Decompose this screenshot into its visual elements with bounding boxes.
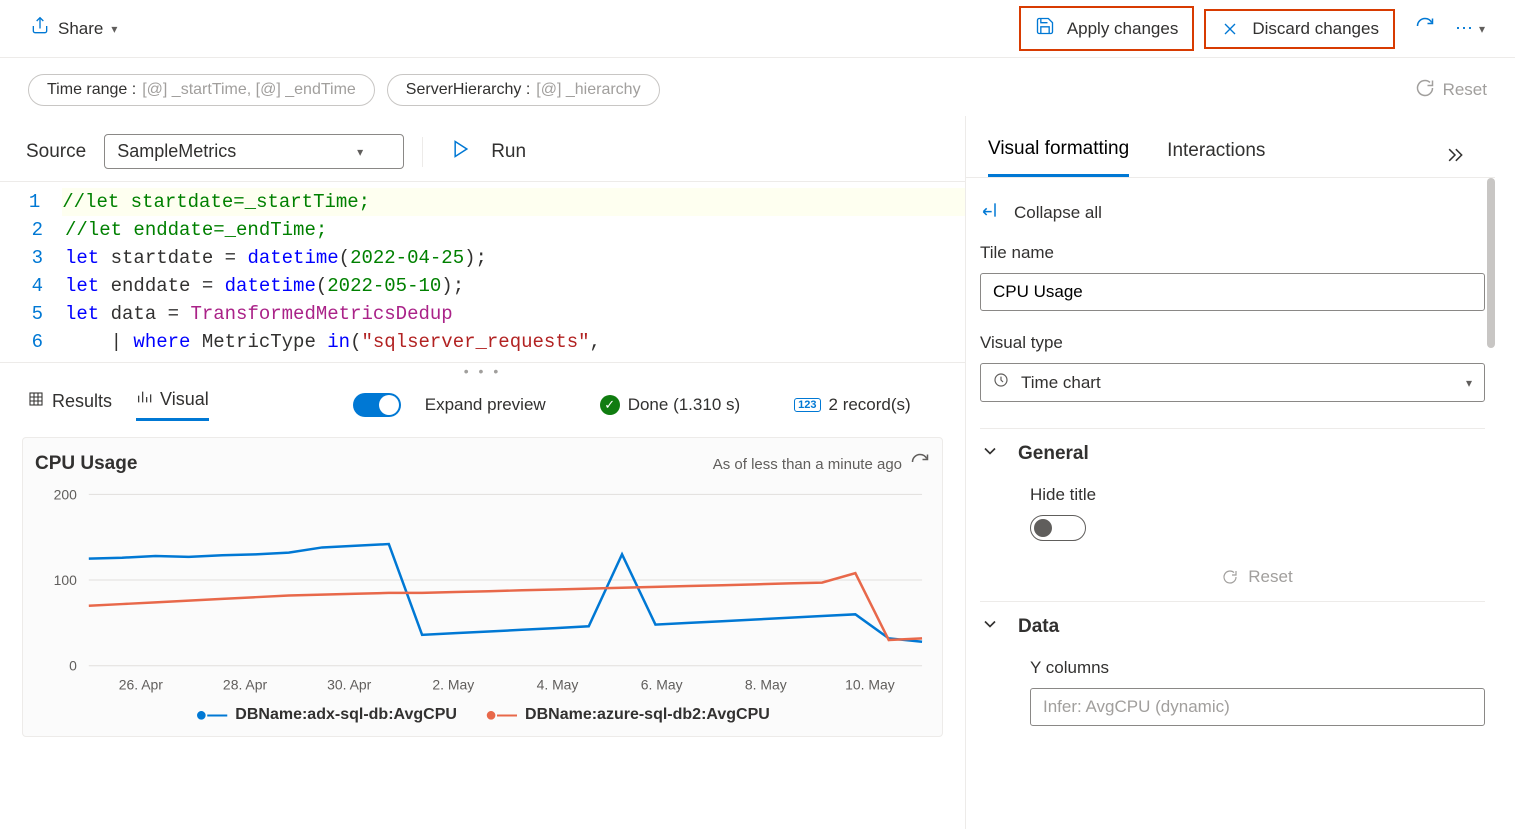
play-icon (451, 139, 471, 165)
scrollbar-thumb[interactable] (1487, 178, 1495, 348)
tab-label: Results (52, 391, 112, 412)
editor-pane: Source SampleMetrics ▾ Run 1//let startd… (0, 116, 966, 829)
section-general-header[interactable]: General (980, 441, 1485, 467)
svg-text:8. May: 8. May (745, 677, 787, 693)
refresh-button-top[interactable] (1415, 16, 1435, 42)
chart-title: CPU Usage (35, 453, 137, 475)
legend-item-2[interactable]: ●— DBName:azure-sql-db2:AvgCPU (485, 706, 770, 724)
svg-text:4. May: 4. May (537, 677, 579, 693)
section-data: Data Y columns Infer: AvgCPU (dynamic) (980, 601, 1485, 740)
expand-pane-button[interactable] (1445, 145, 1465, 171)
save-icon (1035, 16, 1055, 41)
share-label: Share (58, 19, 103, 39)
reset-general-button[interactable]: Reset (1030, 567, 1485, 587)
records-icon: 123 (794, 398, 820, 412)
reset-filters-button[interactable]: Reset (1415, 78, 1487, 103)
chevron-down-icon: ▾ (111, 22, 117, 36)
collapse-all-icon (980, 200, 1000, 225)
svg-text:0: 0 (69, 658, 77, 674)
panel-tabs: Visual formatting Interactions (966, 116, 1495, 178)
checkmark-icon: ✓ (600, 395, 620, 415)
hide-title-label: Hide title (1030, 485, 1485, 505)
time-range-chip[interactable]: Time range : [@] _startTime, [@] _endTim… (28, 74, 375, 106)
chart-panel: CPU Usage As of less than a minute ago 0… (22, 437, 943, 737)
tab-interactions[interactable]: Interactions (1167, 140, 1265, 176)
apply-changes-button[interactable]: Apply changes (1019, 6, 1195, 51)
ycolumns-select[interactable]: Infer: AvgCPU (dynamic) (1030, 688, 1485, 726)
server-hierarchy-chip[interactable]: ServerHierarchy : [@] _hierarchy (387, 74, 660, 106)
discard-changes-label: Discard changes (1252, 19, 1379, 39)
tile-name-label: Tile name (980, 243, 1485, 263)
chart-legend: ●— DBName:adx-sql-db:AvgCPU ●— DBName:az… (29, 706, 936, 724)
chip-label: Time range : (47, 81, 136, 99)
chart-plot: 0 100 200 26. Apr 28. Apr 30. Apr 2. May 4. May… (29, 486, 936, 698)
chevron-down-icon: ▾ (1466, 376, 1472, 390)
code-editor[interactable]: 1//let startdate=_startTime; 2//let endd… (0, 181, 965, 363)
svg-text:10. May: 10. May (845, 677, 895, 693)
svg-text:2. May: 2. May (432, 677, 474, 693)
reset-icon (1415, 78, 1435, 103)
tab-results[interactable]: Results (28, 391, 112, 420)
legend-item-1[interactable]: ●— DBName:adx-sql-db:AvgCPU (195, 706, 457, 724)
tab-label: Visual (160, 389, 209, 410)
run-label: Run (491, 141, 526, 163)
chip-value: [@] _startTime, [@] _endTime (142, 81, 356, 99)
filter-row: Time range : [@] _startTime, [@] _endTim… (0, 58, 1515, 116)
apply-changes-label: Apply changes (1067, 19, 1179, 39)
source-select[interactable]: SampleMetrics ▾ (104, 134, 404, 169)
section-data-header[interactable]: Data (980, 614, 1485, 640)
source-label: Source (26, 141, 86, 163)
section-general: General Hide title Reset (980, 428, 1485, 601)
clock-icon (993, 372, 1009, 393)
pane-resize-handle[interactable]: • • • (0, 363, 965, 379)
source-value: SampleMetrics (117, 141, 236, 162)
ycolumns-label: Y columns (1030, 658, 1485, 678)
table-icon (28, 391, 44, 412)
chevron-down-icon (980, 441, 1000, 467)
visual-type-select[interactable]: Time chart ▾ (980, 363, 1485, 402)
tab-visual[interactable]: Visual (136, 389, 209, 421)
result-tabs-row: Results Visual Expand preview ✓ Done (1.… (0, 379, 965, 429)
svg-text:30. Apr: 30. Apr (327, 677, 372, 693)
chevron-down-icon (980, 614, 1000, 640)
source-row: Source SampleMetrics ▾ Run (0, 116, 965, 181)
chip-label: ServerHierarchy : (406, 81, 530, 99)
svg-text:200: 200 (54, 486, 78, 502)
more-menu[interactable]: ⋯ ▾ (1455, 18, 1485, 39)
status-done: ✓ Done (1.310 s) (600, 395, 740, 415)
svg-text:28. Apr: 28. Apr (223, 677, 268, 693)
records-text: 2 record(s) (829, 395, 911, 415)
divider (422, 137, 423, 167)
chevron-down-icon: ▾ (357, 145, 363, 159)
discard-changes-button[interactable]: Discard changes (1204, 9, 1395, 49)
expand-preview-label: Expand preview (425, 395, 546, 415)
close-icon (1220, 19, 1240, 39)
ellipsis-icon: ⋯ (1455, 18, 1473, 39)
status-text: Done (1.310 s) (628, 395, 740, 415)
chevron-down-icon: ▾ (1479, 22, 1485, 36)
svg-text:26. Apr: 26. Apr (119, 677, 164, 693)
refresh-icon[interactable] (910, 452, 930, 476)
chart-asof: As of less than a minute ago (713, 452, 930, 476)
reset-label: Reset (1443, 80, 1487, 100)
visual-type-label: Visual type (980, 333, 1485, 353)
tab-visual-formatting[interactable]: Visual formatting (988, 138, 1129, 177)
run-button[interactable]: Run (451, 139, 526, 165)
expand-preview-toggle[interactable] (353, 393, 401, 417)
collapse-all-button[interactable]: Collapse all (980, 192, 1485, 243)
hide-title-toggle[interactable] (1030, 515, 1086, 541)
chip-value: [@] _hierarchy (536, 81, 640, 99)
top-toolbar: Share ▾ Apply changes Discard changes ⋯ … (0, 0, 1515, 58)
properties-pane: Visual formatting Interactions Collapse … (966, 116, 1515, 829)
panel-body[interactable]: Collapse all Tile name Visual type Time … (966, 178, 1495, 829)
svg-text:6. May: 6. May (641, 677, 683, 693)
share-button[interactable]: Share ▾ (30, 16, 117, 41)
tile-name-input[interactable] (980, 273, 1485, 311)
chart-icon (136, 389, 152, 410)
share-icon (30, 16, 50, 41)
record-count: 123 2 record(s) (794, 395, 911, 415)
svg-text:100: 100 (54, 572, 78, 588)
